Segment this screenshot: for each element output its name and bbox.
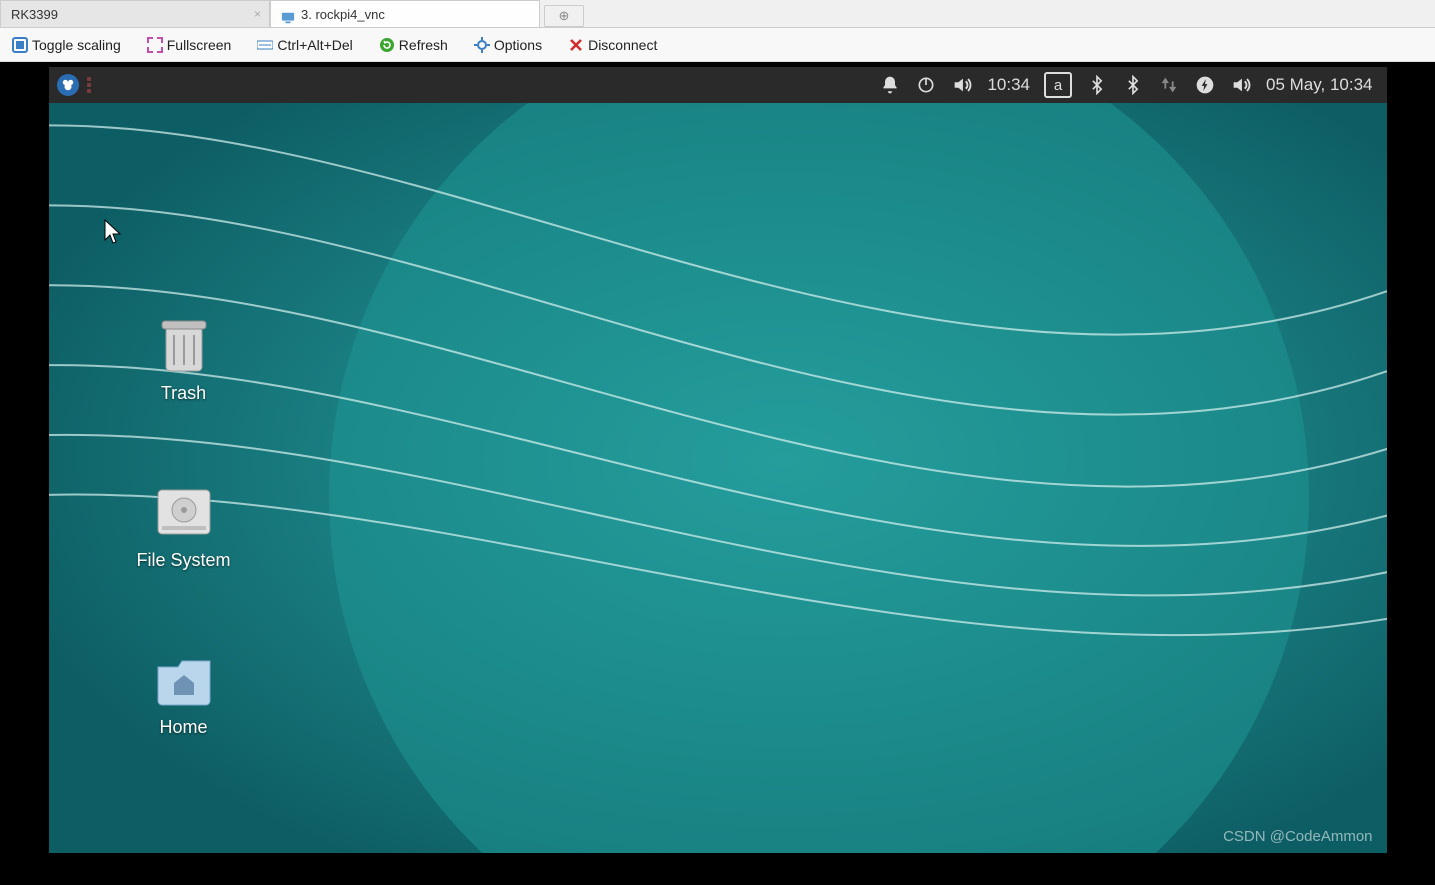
icon-label: File System <box>136 550 230 571</box>
display-icon <box>281 7 295 21</box>
browser-tabstrip: RK3399 × 3. rockpi4_vnc ⊕ <box>0 0 1435 28</box>
fullscreen-icon <box>147 37 163 53</box>
watermark: CSDN @CodeAmmon <box>1223 828 1372 845</box>
disconnect-button[interactable]: Disconnect <box>568 37 657 53</box>
btn-label: Disconnect <box>588 37 657 53</box>
remote-desktop[interactable]: 10:34 a 05 May, 10:34 <box>49 67 1387 853</box>
icon-label: Home <box>159 717 207 738</box>
power-settings-icon[interactable] <box>915 74 937 96</box>
panel-separator-icon <box>87 77 93 93</box>
desktop-icon-home[interactable]: Home <box>114 651 254 738</box>
tab-label: 3. rockpi4_vnc <box>301 1 385 28</box>
options-button[interactable]: Options <box>474 37 542 53</box>
harddrive-icon <box>152 484 216 540</box>
keyboard-layout-indicator[interactable]: a <box>1044 72 1072 98</box>
desktop-icon-trash[interactable]: Trash <box>114 317 254 404</box>
close-icon[interactable]: × <box>254 1 261 28</box>
ctrl-alt-del-button[interactable]: Ctrl+Alt+Del <box>257 37 352 53</box>
icon-label: Trash <box>161 383 206 404</box>
btn-label: Options <box>494 37 542 53</box>
vnc-toolbar: Toggle scaling Fullscreen Ctrl+Alt+Del R… <box>0 28 1435 62</box>
tab-rockpi4-vnc[interactable]: 3. rockpi4_vnc <box>270 0 540 27</box>
refresh-icon <box>379 37 395 53</box>
desktop-icons: Trash File System Home <box>114 317 254 738</box>
btn-label: Toggle scaling <box>32 37 121 53</box>
bluetooth-icon[interactable] <box>1122 74 1144 96</box>
battery-charging-icon[interactable] <box>1194 74 1216 96</box>
btn-label: Refresh <box>399 37 448 53</box>
close-icon <box>568 37 584 53</box>
btn-label: Fullscreen <box>167 37 232 53</box>
toggle-scaling-icon <box>12 37 28 53</box>
keyboard-icon <box>257 37 273 53</box>
tab-label: RK3399 <box>11 1 58 28</box>
volume-icon[interactable] <box>951 74 973 96</box>
gear-icon <box>474 37 490 53</box>
refresh-button[interactable]: Refresh <box>379 37 448 53</box>
clock-short[interactable]: 10:34 <box>987 75 1030 95</box>
notification-bell-icon[interactable] <box>879 74 901 96</box>
datetime-clock[interactable]: 05 May, 10:34 <box>1266 75 1372 95</box>
volume-icon-2[interactable] <box>1230 74 1252 96</box>
fullscreen-button[interactable]: Fullscreen <box>147 37 232 53</box>
remote-viewport: 10:34 a 05 May, 10:34 <box>0 62 1435 885</box>
kbd-layout-label: a <box>1054 77 1062 94</box>
top-panel: 10:34 a 05 May, 10:34 <box>49 67 1387 103</box>
bluetooth-locked-icon[interactable] <box>1086 74 1108 96</box>
network-icon[interactable] <box>1158 74 1180 96</box>
whisker-menu-button[interactable] <box>57 74 79 96</box>
new-tab-button[interactable]: ⊕ <box>544 5 584 27</box>
trash-icon <box>152 317 216 373</box>
toggle-scaling-button[interactable]: Toggle scaling <box>12 37 121 53</box>
desktop-icon-filesystem[interactable]: File System <box>114 484 254 571</box>
btn-label: Ctrl+Alt+Del <box>277 37 352 53</box>
home-folder-icon <box>152 651 216 707</box>
tab-rk3399[interactable]: RK3399 × <box>0 0 270 27</box>
